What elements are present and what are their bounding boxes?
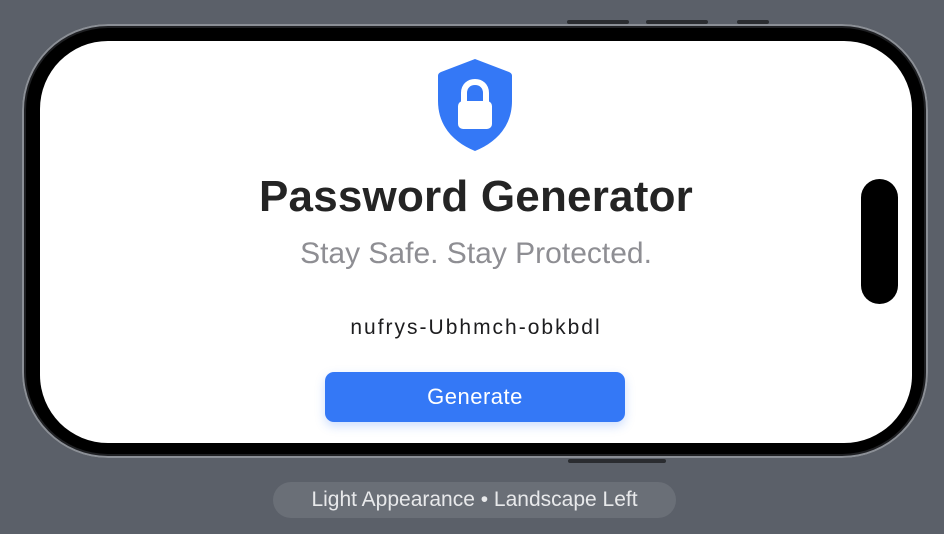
dynamic-island <box>861 179 898 304</box>
page-title: Password Generator <box>259 172 693 221</box>
shield-lock-icon <box>438 59 512 151</box>
generated-password: nufrys-Ubhmch-obkbdl <box>350 316 602 339</box>
simulator-canvas: Password Generator Stay Safe. Stay Prote… <box>0 0 944 534</box>
side-button <box>568 459 666 463</box>
device-screen: Password Generator Stay Safe. Stay Prote… <box>40 41 912 443</box>
generate-button[interactable]: Generate <box>325 372 625 422</box>
page-subtitle: Stay Safe. Stay Protected. <box>300 237 652 270</box>
appearance-label: Light Appearance • Landscape Left <box>273 482 676 518</box>
app-content: Password Generator Stay Safe. Stay Prote… <box>40 41 912 443</box>
